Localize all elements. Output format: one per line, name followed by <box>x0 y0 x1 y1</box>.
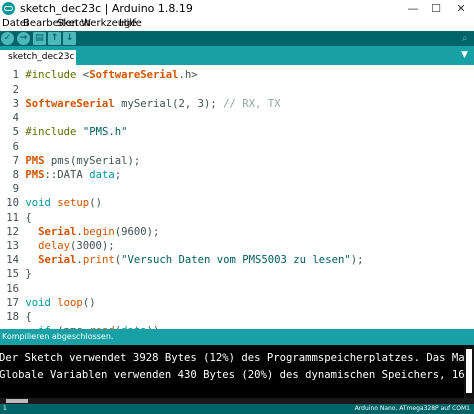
code-line: 9 <box>12 183 19 195</box>
code-line: 7 PMS pms(mySerial); <box>12 155 141 167</box>
console-output[interactable]: Der Sketch verwendet 3928 Bytes (12%) de… <box>0 345 474 398</box>
console-scrollbar-thumb[interactable] <box>466 349 472 393</box>
arduino-logo-icon <box>2 2 15 15</box>
upload-button[interactable]: → <box>17 32 30 45</box>
code-line: 12 Serial.begin(9600); <box>6 226 160 238</box>
new-button[interactable]: ▤ <box>33 32 46 45</box>
code-line: 18 { <box>6 311 32 323</box>
code-line: 2 <box>12 84 19 96</box>
title-bar: sketch_dec23c | Arduino 1.8.19 — ☐ ✕ <box>0 0 474 17</box>
bottom-status-bar: 1 Arduino Nano, ATmega328P auf COM1 <box>0 404 474 414</box>
status-message: Kompilieren abgeschlossen. <box>2 332 114 341</box>
tab-sketch[interactable]: sketch_dec23c <box>0 50 76 65</box>
console-line: Der Sketch verwendet 3928 Bytes (12%) de… <box>0 352 474 364</box>
code-line: 15 } <box>6 268 32 280</box>
code-line: 3 SoftwareSerial mySerial(2, 3); // RX, … <box>12 98 281 110</box>
open-button[interactable]: ↑ <box>48 32 61 45</box>
status-bar: Kompilieren abgeschlossen. <box>0 329 474 345</box>
console-line: Globale Variablen verwenden 430 Bytes (2… <box>0 369 474 381</box>
code-line: 11 { <box>6 212 32 224</box>
code-line: 1 #include <SoftwareSerial.h> <box>12 69 198 81</box>
menu-bar: Datei Bearbeiten Sketch Werkzeuge Hilfe <box>0 17 474 31</box>
code-line: 10 void setup() <box>6 197 102 209</box>
code-editor[interactable]: 1 #include <SoftwareSerial.h> 2 3 Softwa… <box>0 65 474 329</box>
board-info: Arduino Nano, ATmega328P auf COM1 <box>354 405 470 412</box>
serial-monitor-button[interactable]: ⌕ <box>458 32 471 45</box>
console-horizontal-scrollbar-thumb[interactable] <box>6 399 28 403</box>
code-line: 13 delay(3000); <box>6 240 115 252</box>
code-line: 16 <box>6 283 19 295</box>
save-button[interactable]: ↓ <box>63 32 76 45</box>
code-line: 4 <box>12 112 19 124</box>
code-line: 5 #include "PMS.h" <box>12 126 128 138</box>
window-title: sketch_dec23c | Arduino 1.8.19 <box>20 2 193 15</box>
code-line: 6 <box>12 141 19 153</box>
tab-menu-button[interactable]: ▼ <box>458 49 471 62</box>
maximize-button[interactable]: ☐ <box>423 0 449 17</box>
code-line: 17 void loop() <box>6 297 96 309</box>
toolbar: ✓ → ▤ ↑ ↓ ⌕ <box>0 31 474 46</box>
code-line: 14 Serial.print("Versuch Daten vom PMS50… <box>6 254 364 266</box>
menu-hilfe[interactable]: Hilfe <box>119 18 142 29</box>
tab-strip: sketch_dec23c ▼ <box>0 46 474 65</box>
line-indicator: 1 <box>3 405 7 412</box>
close-button[interactable]: ✕ <box>448 0 474 17</box>
verify-button[interactable]: ✓ <box>1 32 14 45</box>
code-line: 8 PMS::DATA data; <box>12 169 122 181</box>
